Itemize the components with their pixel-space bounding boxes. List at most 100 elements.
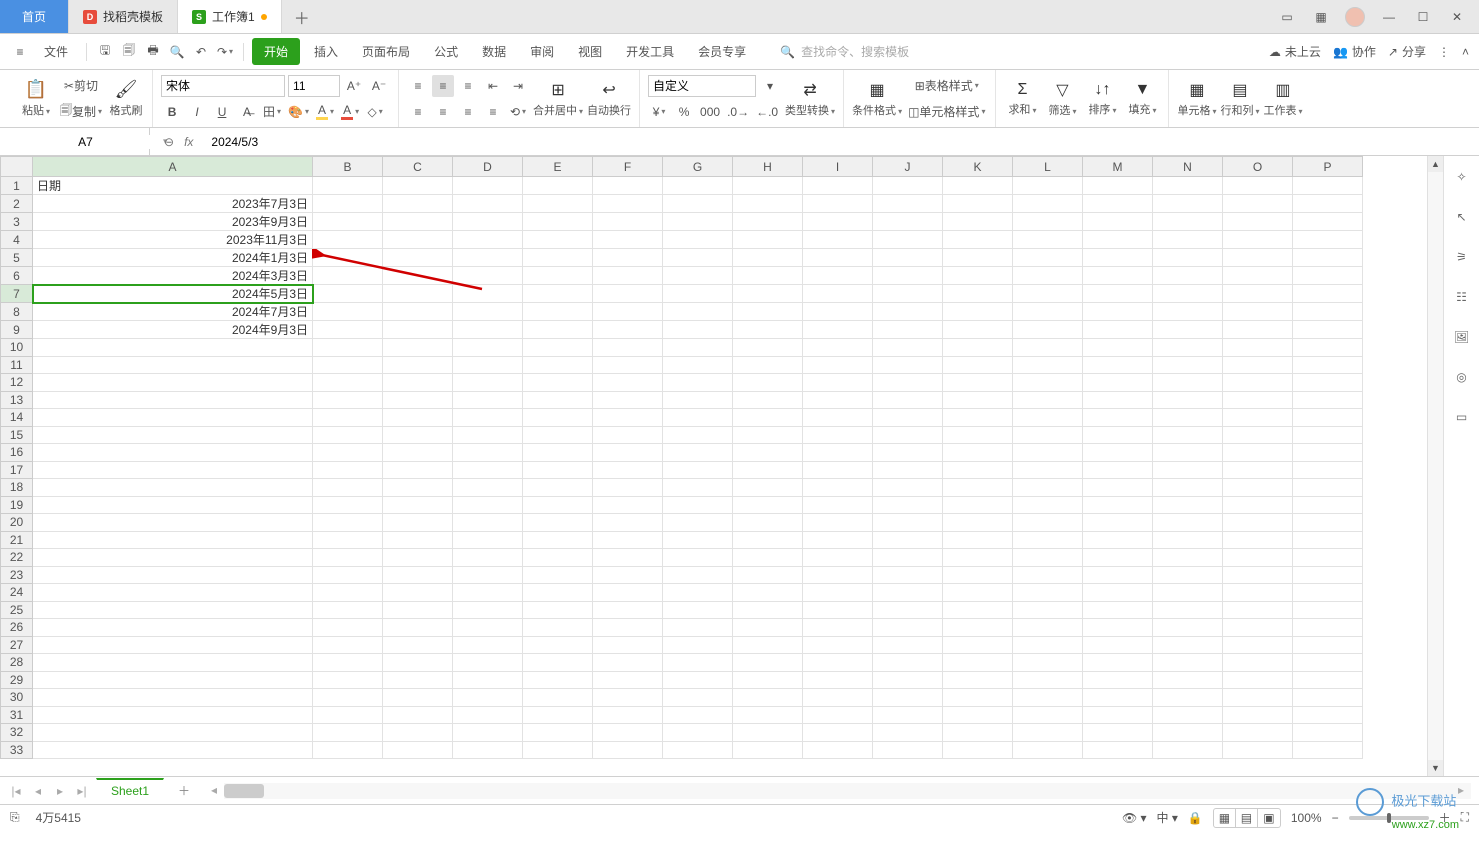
cell[interactable] — [943, 689, 1013, 707]
cell[interactable] — [733, 177, 803, 195]
cell[interactable] — [1223, 689, 1293, 707]
cell[interactable] — [663, 566, 733, 584]
cell[interactable] — [1153, 231, 1223, 249]
location-icon[interactable]: ◎ — [1451, 366, 1473, 388]
cell[interactable] — [873, 671, 943, 689]
tab-templates[interactable]: D 找稻壳模板 — [69, 0, 178, 33]
horizontal-scrollbar[interactable]: ◂ ▸ — [224, 783, 1471, 799]
cell[interactable] — [1223, 321, 1293, 339]
col-header[interactable]: F — [593, 157, 663, 177]
sum-button[interactable]: Σ求和 — [1004, 70, 1040, 127]
cell[interactable] — [803, 231, 873, 249]
cell[interactable] — [803, 444, 873, 462]
cell[interactable] — [1223, 654, 1293, 672]
cell[interactable] — [593, 584, 663, 602]
cell[interactable] — [383, 671, 453, 689]
cell[interactable] — [313, 374, 383, 392]
increase-decimal-icon[interactable]: .0→ — [725, 101, 751, 123]
zoom-in-icon[interactable]: ＋ — [1439, 809, 1451, 826]
cell[interactable] — [383, 267, 453, 285]
cell[interactable] — [733, 285, 803, 303]
cell[interactable] — [1013, 549, 1083, 567]
cell[interactable] — [593, 285, 663, 303]
cell[interactable] — [803, 654, 873, 672]
minimize-button[interactable]: ― — [1375, 5, 1403, 29]
cell[interactable] — [523, 619, 593, 637]
cell[interactable] — [1083, 356, 1153, 374]
cell[interactable] — [1153, 584, 1223, 602]
clear-format-button[interactable]: ◇ — [364, 101, 386, 123]
cell[interactable] — [33, 461, 313, 479]
cell[interactable] — [943, 195, 1013, 213]
row-header[interactable]: 2 — [1, 195, 33, 213]
col-header[interactable]: N — [1153, 157, 1223, 177]
cell[interactable] — [1293, 195, 1363, 213]
cell[interactable] — [383, 177, 453, 195]
cell[interactable] — [1013, 267, 1083, 285]
cell[interactable] — [1293, 285, 1363, 303]
menu-formula[interactable]: 公式 — [424, 39, 468, 64]
cell[interactable] — [1223, 195, 1293, 213]
cell[interactable] — [383, 654, 453, 672]
cell[interactable] — [943, 724, 1013, 742]
cell[interactable] — [733, 566, 803, 584]
cell[interactable] — [873, 249, 943, 267]
cell[interactable] — [1083, 496, 1153, 514]
cell[interactable] — [663, 689, 733, 707]
col-header[interactable]: O — [1223, 157, 1293, 177]
cell[interactable] — [313, 213, 383, 231]
scroll-left-icon[interactable]: ◂ — [206, 783, 222, 797]
row-header[interactable]: 24 — [1, 584, 33, 602]
cell[interactable] — [1153, 409, 1223, 427]
menu-insert[interactable]: 插入 — [304, 39, 348, 64]
cell[interactable] — [453, 285, 523, 303]
col-header[interactable]: I — [803, 157, 873, 177]
cell[interactable] — [873, 321, 943, 339]
cell[interactable] — [1013, 706, 1083, 724]
cell[interactable] — [523, 321, 593, 339]
cell[interactable] — [1083, 619, 1153, 637]
cell[interactable] — [1083, 321, 1153, 339]
cell[interactable] — [523, 374, 593, 392]
cell[interactable] — [453, 619, 523, 637]
underline-button[interactable]: U — [211, 101, 233, 123]
cell[interactable] — [1223, 496, 1293, 514]
cell[interactable] — [1013, 356, 1083, 374]
currency-icon[interactable]: ¥ — [648, 101, 670, 123]
cell[interactable] — [1083, 374, 1153, 392]
cell[interactable] — [1153, 391, 1223, 409]
type-convert-button[interactable]: ⇄类型转换 — [785, 70, 835, 127]
share-button[interactable]: ↗分享 — [1388, 43, 1426, 60]
cell[interactable] — [803, 741, 873, 759]
cell[interactable] — [803, 706, 873, 724]
cell[interactable] — [1013, 285, 1083, 303]
cell[interactable] — [873, 461, 943, 479]
row-header[interactable]: 3 — [1, 213, 33, 231]
row-header[interactable]: 31 — [1, 706, 33, 724]
cell[interactable] — [383, 514, 453, 532]
cell[interactable] — [1223, 444, 1293, 462]
cell[interactable] — [733, 689, 803, 707]
cell[interactable] — [1083, 213, 1153, 231]
cell[interactable] — [1013, 303, 1083, 321]
cell[interactable] — [523, 391, 593, 409]
col-header[interactable]: C — [383, 157, 453, 177]
cell[interactable] — [313, 671, 383, 689]
cell[interactable] — [733, 741, 803, 759]
cell[interactable] — [803, 724, 873, 742]
book-icon[interactable]: ▭ — [1451, 406, 1473, 428]
cells-button[interactable]: ▦单元格 — [1177, 70, 1216, 127]
image-icon[interactable]: 🖼 — [1451, 326, 1473, 348]
cell[interactable] — [1083, 195, 1153, 213]
cell[interactable] — [453, 426, 523, 444]
cell[interactable] — [453, 706, 523, 724]
paste-button[interactable]: 📋粘贴 — [18, 70, 54, 127]
cell[interactable] — [1083, 654, 1153, 672]
cell[interactable] — [943, 479, 1013, 497]
command-search[interactable]: 🔍 查找命令、搜索模板 — [780, 43, 909, 60]
cut-button[interactable]: ✂剪切 — [58, 75, 104, 97]
cell[interactable] — [313, 636, 383, 654]
cell[interactable] — [873, 231, 943, 249]
cell[interactable] — [1293, 374, 1363, 392]
cell[interactable] — [523, 706, 593, 724]
